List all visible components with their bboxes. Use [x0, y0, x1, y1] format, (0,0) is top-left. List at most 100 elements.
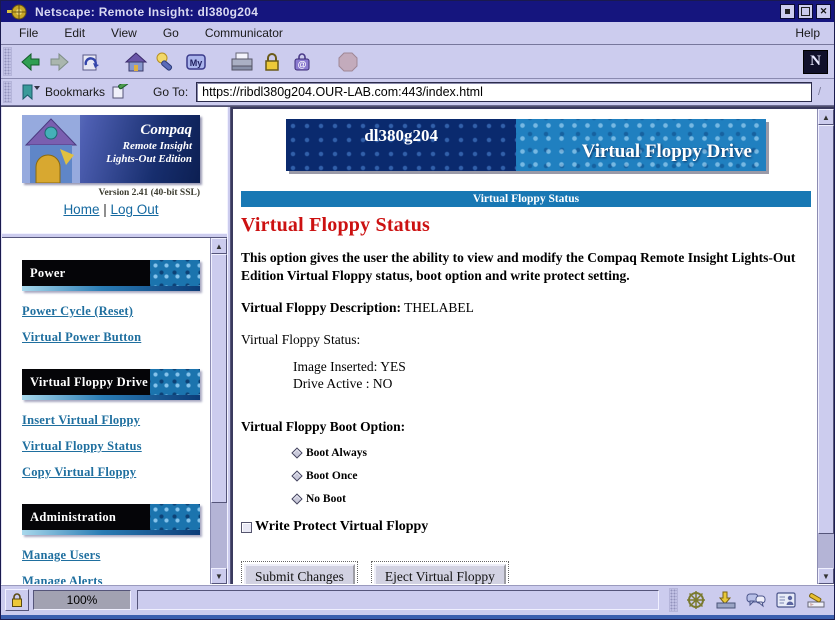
svg-text:@: @	[298, 59, 307, 69]
discussions-button[interactable]	[742, 588, 770, 612]
minimize-button[interactable]	[780, 4, 795, 19]
my-netscape-icon: My	[184, 51, 208, 73]
sidebar-scrollbar[interactable]: ▲ ▼	[210, 238, 227, 584]
sidebar-header-frame: Compaq Remote Insight Lights-Out Edition…	[2, 107, 227, 233]
menu-view[interactable]: View	[98, 23, 150, 43]
status-message-field	[137, 590, 659, 610]
menu-edit[interactable]: Edit	[51, 23, 98, 43]
eject-virtual-floppy-button[interactable]: Eject Virtual Floppy	[374, 564, 506, 584]
sidebar-item-insert-virtual-floppy[interactable]: Insert Virtual Floppy	[22, 413, 200, 428]
compaq-logo: Compaq Remote Insight Lights-Out Edition	[22, 115, 200, 183]
write-protect-row: Write Protect Virtual Floppy	[241, 519, 811, 535]
radio-label: Boot Always	[306, 447, 367, 459]
sidebar-item-virtual-floppy-status[interactable]: Virtual Floppy Status	[22, 439, 200, 454]
window-border	[1, 615, 834, 619]
maximize-button[interactable]	[798, 4, 813, 19]
menu-go[interactable]: Go	[150, 23, 192, 43]
my-netscape-button[interactable]: My	[181, 48, 211, 76]
reload-button[interactable]	[75, 48, 105, 76]
radio-label: Boot Once	[306, 470, 357, 482]
home-icon	[124, 51, 148, 73]
radio-icon[interactable]	[291, 471, 302, 482]
address-book-button[interactable]	[772, 588, 800, 612]
radio-no-boot[interactable]: No Boot	[293, 493, 811, 505]
security-button[interactable]	[257, 48, 287, 76]
progress-indicator: 100%	[33, 590, 131, 610]
scroll-down-icon[interactable]: ▼	[211, 568, 227, 584]
nav-links-power: Power Cycle (Reset) Virtual Power Button	[22, 304, 200, 345]
nav-header-pattern	[150, 260, 200, 286]
forward-button[interactable]	[45, 48, 75, 76]
location-proxy-icon	[111, 84, 129, 100]
main-scrollbar-track[interactable]	[818, 534, 834, 569]
taskbar-grip[interactable]	[669, 588, 678, 612]
nav-header-strip	[22, 395, 200, 400]
stop-button[interactable]	[333, 48, 363, 76]
nav-header-pattern	[150, 369, 200, 395]
svg-text:My: My	[190, 58, 203, 68]
discussions-icon	[745, 590, 767, 610]
netscape-logo[interactable]: N	[803, 50, 828, 74]
locationbar-grip[interactable]	[3, 81, 12, 103]
nav-links-admin: Manage Users Manage Alerts Network Setti…	[22, 548, 200, 584]
radio-boot-once[interactable]: Boot Once	[293, 470, 811, 482]
navigator-button[interactable]	[682, 588, 710, 612]
write-protect-checkbox[interactable]	[241, 522, 252, 533]
menu-file[interactable]: File	[6, 23, 51, 43]
nav-header-strip	[22, 530, 200, 535]
security-status-button[interactable]	[5, 589, 29, 611]
menu-communicator[interactable]: Communicator	[192, 23, 296, 43]
composer-button[interactable]	[802, 588, 830, 612]
sidebar-scrollbar-track[interactable]	[211, 503, 227, 568]
radio-boot-always[interactable]: Boot Always	[293, 447, 811, 459]
sidebar-item-manage-users[interactable]: Manage Users	[22, 548, 200, 563]
forward-icon	[48, 51, 72, 73]
logout-link[interactable]: Log Out	[111, 202, 159, 217]
stop-icon	[336, 51, 360, 73]
bookmarks-icon	[19, 83, 41, 101]
sidebar-item-virtual-power-button[interactable]: Virtual Power Button	[22, 330, 200, 345]
home-button[interactable]	[121, 48, 151, 76]
maximize-icon	[801, 7, 810, 16]
version-label: Version 2.41 (40-bit SSL)	[22, 188, 200, 198]
banner-page-title: Virtual Floppy Drive	[516, 119, 766, 171]
scroll-up-icon[interactable]: ▲	[211, 238, 227, 254]
sidebar-item-manage-alerts[interactable]: Manage Alerts	[22, 574, 200, 584]
menu-help[interactable]: Help	[781, 23, 834, 43]
netscape-wheel-icon	[7, 4, 27, 20]
nav-header-pattern	[150, 504, 200, 530]
component-taskbar	[682, 588, 830, 612]
main-scrollbar[interactable]: ▲ ▼	[817, 109, 834, 584]
scroll-down-icon[interactable]: ▼	[818, 568, 834, 584]
sidebar-scrollbar-thumb[interactable]	[211, 254, 227, 503]
radio-label: No Boot	[306, 493, 346, 505]
submit-changes-button[interactable]: Submit Changes	[244, 564, 355, 584]
mailbox-button[interactable]	[712, 588, 740, 612]
print-button[interactable]	[227, 48, 257, 76]
page-banner: dl380g204 Virtual Floppy Drive	[286, 119, 766, 171]
bookmarks-button[interactable]: Bookmarks	[19, 83, 129, 101]
toolbar-grip[interactable]	[3, 47, 12, 76]
close-icon: ✕	[820, 6, 828, 17]
reload-icon	[78, 51, 102, 73]
submit-button-frame: Submit Changes	[241, 561, 358, 584]
sidebar-item-power-cycle[interactable]: Power Cycle (Reset)	[22, 304, 200, 319]
navigator-wheel-icon	[686, 590, 706, 610]
nav-section-power-header: Power	[22, 260, 200, 291]
close-button[interactable]: ✕	[816, 4, 831, 19]
drive-active-value: Drive Active : NO	[293, 376, 811, 393]
search-button[interactable]	[151, 48, 181, 76]
sidebar-item-copy-virtual-floppy[interactable]: Copy Virtual Floppy	[22, 465, 200, 480]
back-button[interactable]	[15, 48, 45, 76]
lights-out-house-icon	[22, 115, 80, 183]
radio-icon[interactable]	[291, 448, 302, 459]
main-scrollbar-thumb[interactable]	[818, 125, 834, 534]
home-link[interactable]: Home	[63, 202, 99, 217]
shop-button[interactable]: @	[287, 48, 317, 76]
navigation-toolbar: My @	[1, 45, 834, 79]
radio-icon[interactable]	[291, 494, 302, 505]
floppy-description-label: Virtual Floppy Description:	[241, 300, 401, 315]
scroll-up-icon[interactable]: ▲	[818, 109, 834, 125]
url-input[interactable]	[196, 82, 812, 102]
link-separator: |	[103, 202, 107, 217]
